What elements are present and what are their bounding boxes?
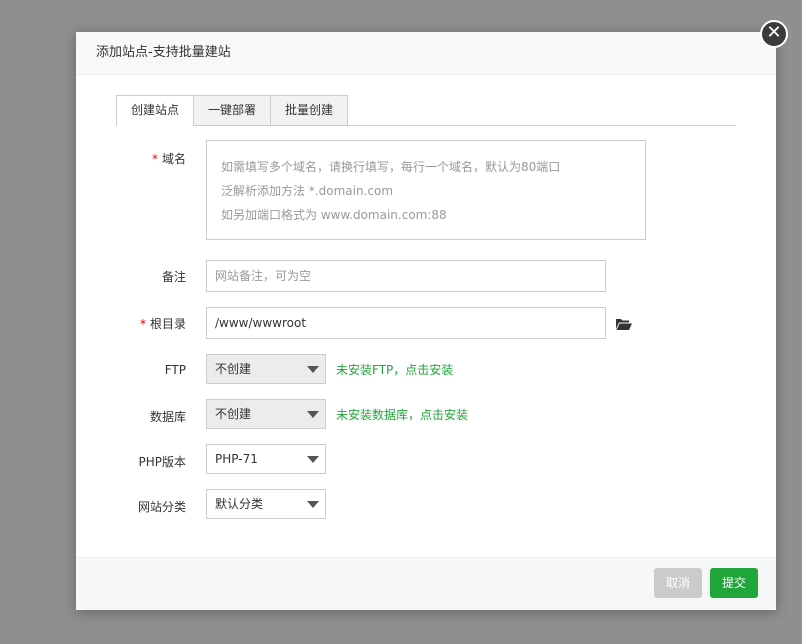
domain-label: * 域名 — [151, 152, 186, 166]
root-dir-label: * 根目录 — [139, 317, 186, 331]
database-install-link[interactable]: 未安装数据库，点击安装 — [336, 406, 468, 423]
dialog-title: 添加站点-支持批量建站 — [76, 32, 776, 75]
site-category-select[interactable]: 默认分类 — [206, 489, 326, 519]
category-selected-value: 默认分类 — [215, 497, 264, 511]
php-version-label: PHP版本 — [138, 455, 187, 469]
close-icon[interactable]: ✕ — [760, 20, 788, 48]
ftp-label: FTP — [164, 363, 186, 377]
dialog-footer: 取消 提交 — [76, 557, 776, 610]
remark-label: 备注 — [161, 270, 186, 284]
ftp-selected-value: 不创建 — [215, 362, 252, 376]
tab-one-click-deploy[interactable]: 一键部署 — [193, 95, 272, 125]
domain-textarea[interactable]: 如需填写多个域名，请换行填写，每行一个域名，默认为80端口 泛解析添加方法 *.… — [206, 140, 646, 240]
database-selected-value: 不创建 — [215, 407, 252, 421]
php-selected-value: PHP-71 — [215, 452, 258, 466]
domain-placeholder-line: 泛解析添加方法 *.domain.com — [221, 184, 394, 198]
database-select[interactable]: 不创建 — [206, 399, 326, 429]
ftp-install-link[interactable]: 未安装FTP，点击安装 — [336, 361, 453, 378]
tab-batch-create[interactable]: 批量创建 — [270, 95, 349, 125]
database-label: 数据库 — [149, 410, 186, 424]
chevron-down-icon — [307, 501, 319, 508]
add-site-dialog: 添加站点-支持批量建站 创建站点 一键部署 批量创建 * 域名 如需填写多个域名，… — [76, 32, 776, 610]
tab-create-site[interactable]: 创建站点 — [116, 95, 195, 126]
submit-button[interactable]: 提交 — [710, 568, 759, 598]
site-category-label: 网站分类 — [137, 500, 186, 514]
domain-placeholder-line: 如需填写多个域名，请换行填写，每行一个域名，默认为80端口 — [221, 160, 561, 174]
folder-open-icon[interactable] — [616, 318, 632, 334]
chevron-down-icon — [307, 411, 319, 418]
tab-bar: 创建站点 一键部署 批量创建 — [116, 95, 736, 126]
remark-input[interactable]: 网站备注，可为空 — [206, 260, 606, 292]
required-mark: * — [139, 317, 146, 331]
chevron-down-icon — [307, 366, 319, 373]
required-mark: * — [151, 152, 158, 166]
chevron-down-icon — [307, 456, 319, 463]
root-dir-input[interactable]: /www/wwwroot — [206, 307, 606, 339]
domain-placeholder-line: 如另加端口格式为 www.domain.com:88 — [221, 208, 447, 222]
cancel-button[interactable]: 取消 — [654, 568, 703, 598]
php-version-select[interactable]: PHP-71 — [206, 444, 326, 474]
ftp-select[interactable]: 不创建 — [206, 354, 326, 384]
